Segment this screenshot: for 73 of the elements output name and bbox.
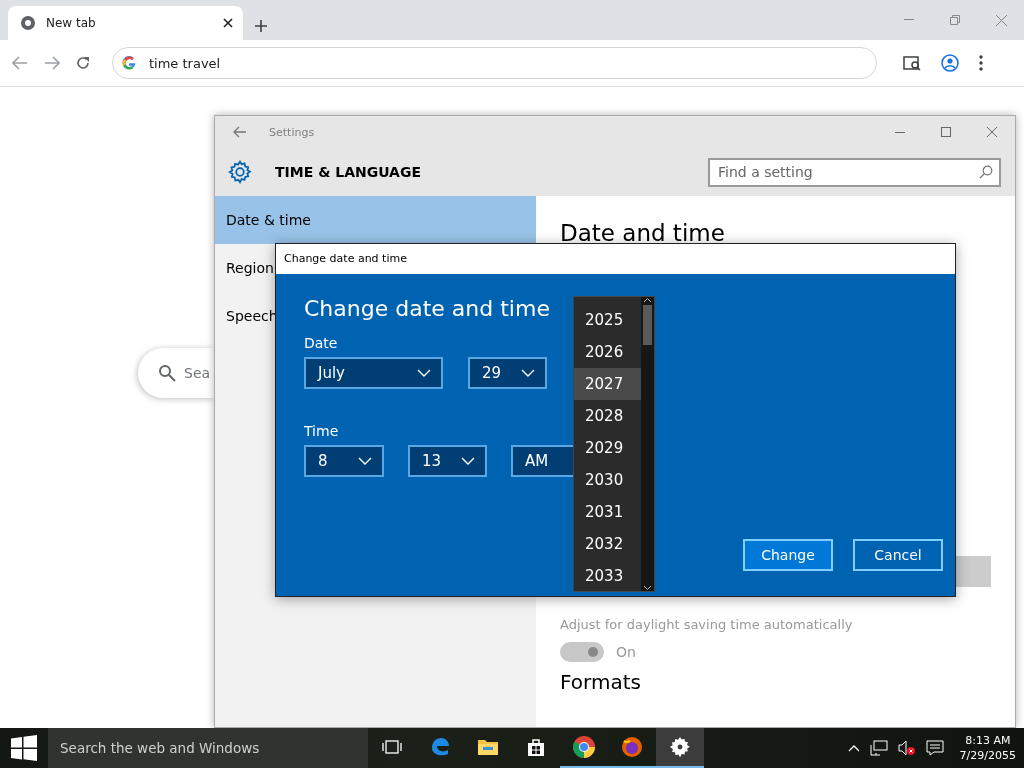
reload-icon[interactable] [76,56,90,70]
firefox-icon[interactable] [620,735,644,759]
gear-icon[interactable] [669,736,691,758]
nav-item[interactable]: Date & time [215,196,536,244]
forward-arrow-icon[interactable] [44,56,60,70]
dropdown-value: AM [525,452,549,470]
year-option[interactable]: 2028 [574,400,641,432]
dropdown-field[interactable]: 8 [304,445,384,477]
clock[interactable]: 8:13 AM 7/29/2055 [959,733,1016,763]
search-icon [158,364,176,382]
section-title: TIME & LANGUAGE [275,164,422,180]
dropdown-field[interactable]: 29 [468,357,547,389]
dropdown-field[interactable]: July [304,357,443,389]
menu-icon[interactable] [979,55,983,71]
chevron-down-icon [521,369,535,377]
dialog-button[interactable]: Cancel [853,539,943,571]
minimize-icon[interactable] [904,19,914,21]
search-icon [979,164,993,179]
year-dropdown-menu[interactable]: 2025 2026 2027 2028 2029 2030 2031 2032 2033 [573,296,655,592]
clock-date: 7/29/2055 [959,748,1016,763]
chevron-down-icon [461,457,475,465]
task-view-icon[interactable] [382,739,402,755]
year-option[interactable]: 2025 [574,304,641,336]
back-arrow-icon[interactable] [12,56,28,70]
chevron-up-icon[interactable] [847,744,860,752]
google-logo-icon [121,55,137,71]
chevron-down-icon [358,457,372,465]
year-option[interactable]: 2027 [574,368,641,400]
year-option[interactable]: 2032 [574,528,641,560]
gear-icon [227,159,253,185]
dropdown-value: 13 [422,452,442,470]
taskbar-app[interactable] [656,728,704,768]
browser-tab[interactable]: New tab [8,6,243,40]
dialog-heading: Change date and time [304,296,550,321]
volume-muted-icon[interactable] [897,740,916,756]
notification-icon[interactable] [925,740,944,756]
scroll-down-icon[interactable] [643,585,652,591]
clock-time: 8:13 AM [965,733,1011,748]
setting-label: Adjust for daylight saving time automatically [560,617,854,632]
search-field[interactable]: Sea [138,348,214,398]
maximize-icon[interactable] [941,127,951,137]
minimize-icon[interactable] [895,131,905,133]
year-option[interactable]: 2033 [574,560,641,592]
restore-icon[interactable] [950,15,960,25]
search-field[interactable]: Find a setting [708,157,1001,187]
edge-icon[interactable] [429,736,451,758]
dialog-button[interactable]: Change [743,539,833,571]
window-title: Settings [269,125,315,139]
folder-icon[interactable] [477,738,499,756]
section-heading: Formats [560,670,642,694]
field-label: Time [304,423,340,439]
chrome-icon[interactable] [572,735,596,759]
page-search-icon[interactable] [903,55,921,71]
dropdown-field[interactable]: 13 [408,445,487,477]
store-icon[interactable] [526,737,546,757]
new-tab-icon[interactable] [255,20,267,32]
windows-logo-icon[interactable] [11,735,37,761]
profile-icon[interactable] [941,54,959,72]
network-icon[interactable] [869,740,888,756]
chevron-down-icon [417,369,431,377]
year-option[interactable]: 2031 [574,496,641,528]
toggle-label: On [616,644,636,660]
scroll-up-icon[interactable] [643,297,652,303]
year-option[interactable]: 2026 [574,336,641,368]
dropdown-value: July [318,364,345,382]
dialog-title: Change date and time [276,244,955,274]
scrollbar-thumb[interactable] [643,305,652,345]
taskbar-search-field[interactable]: Search the web and Windows [48,728,368,768]
dropdown-value: 29 [482,364,502,382]
dropdown-value: 8 [318,452,328,470]
close-icon[interactable] [223,18,233,28]
back-arrow-icon[interactable] [233,126,247,138]
page-title: Date and time [560,220,726,246]
